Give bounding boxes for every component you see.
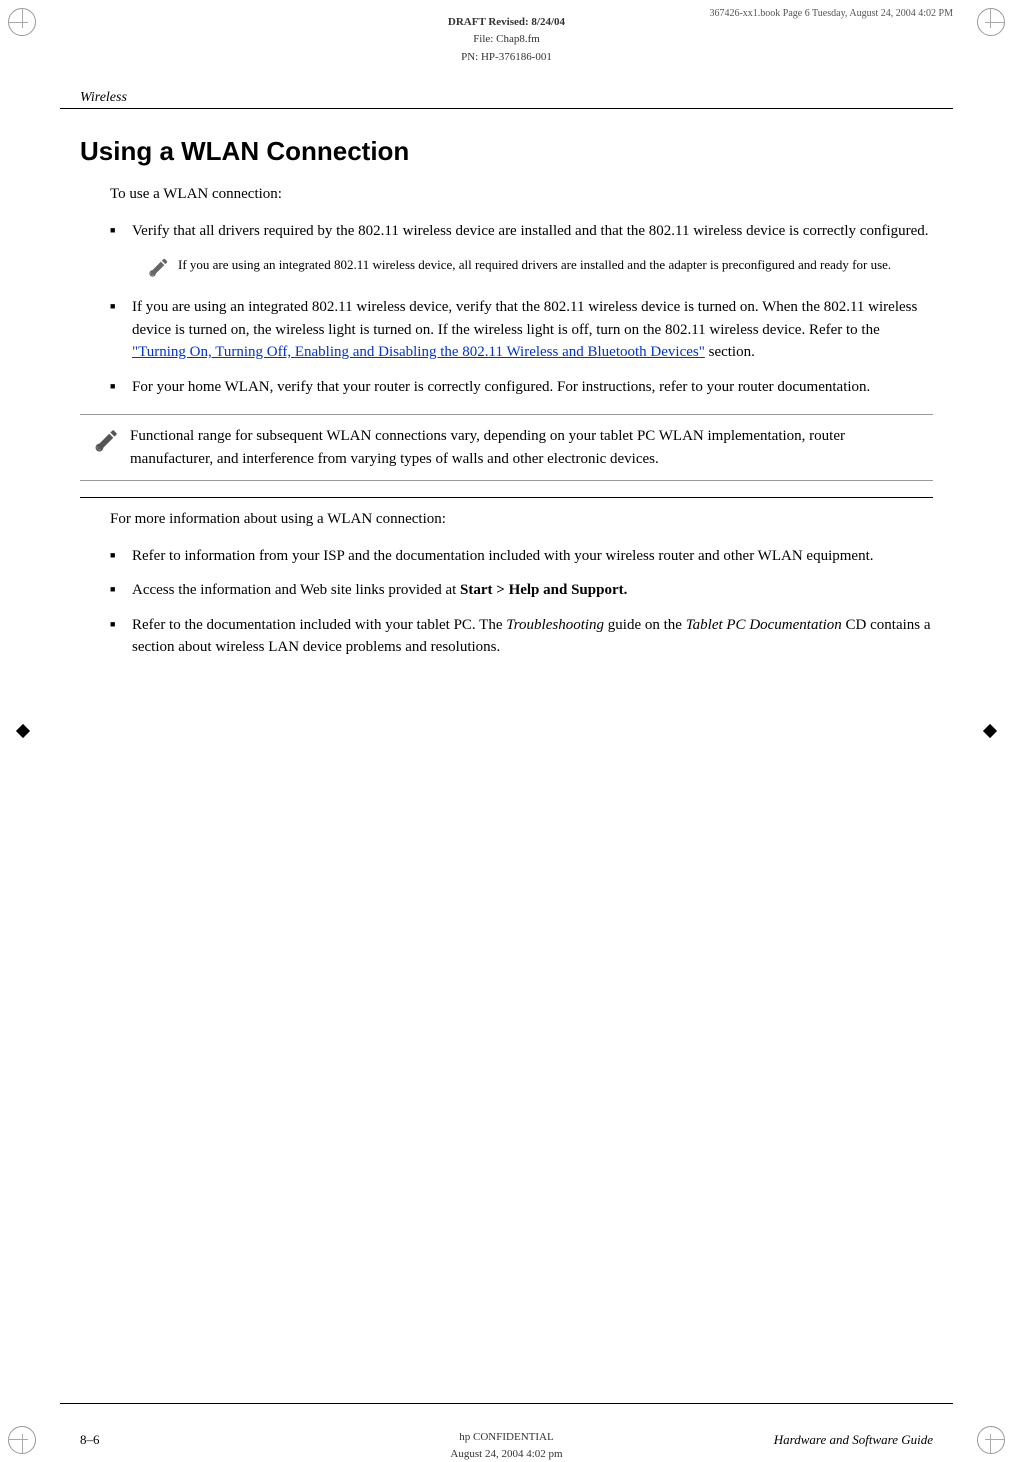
more-info-list: Refer to information from your ISP and t… xyxy=(110,545,933,659)
bullet-3-text: For your home WLAN, verify that your rou… xyxy=(132,379,870,395)
section-label: Wireless xyxy=(80,90,127,106)
bottom-footer: 8–6 Hardware and Software Guide hp CONFI… xyxy=(0,1372,1013,1462)
page-ref: 367426-xx1.book Page 6 Tuesday, August 2… xyxy=(709,8,953,19)
bullet-item-2: If you are using an integrated 802.11 wi… xyxy=(110,296,933,364)
main-content: Using a WLAN Connection To use a WLAN co… xyxy=(80,118,933,1362)
more-1-text: Refer to information from your ISP and t… xyxy=(132,548,874,564)
top-divider xyxy=(60,108,953,109)
more-3-part2: guide on the xyxy=(604,617,686,633)
standalone-note-text: Functional range for subsequent WLAN con… xyxy=(130,425,919,470)
more-3-italic1: Troubleshooting xyxy=(506,617,604,633)
bullet-item-1: Verify that all drivers required by the … xyxy=(110,220,933,285)
note-pencil-icon-1 xyxy=(148,256,170,278)
note-block-1: If you are using an integrated 802.11 wi… xyxy=(140,250,933,284)
more-info-intro: For more information about using a WLAN … xyxy=(110,508,933,531)
footer-guide-title: Hardware and Software Guide xyxy=(774,1432,933,1448)
more-3-part1: Refer to the documentation included with… xyxy=(132,617,506,633)
bullet-2-text-part2: section. xyxy=(705,344,755,360)
more-item-3: Refer to the documentation included with… xyxy=(110,614,933,659)
side-mark-left xyxy=(18,726,28,736)
note-1-text: If you are using an integrated 802.11 wi… xyxy=(178,256,891,274)
draft-header: DRAFT Revised: 8/24/04 File: Chap8.fm PN… xyxy=(448,14,565,67)
section-divider xyxy=(80,497,933,498)
footer-confidential: hp CONFIDENTIAL xyxy=(450,1429,562,1446)
more-2-text-part1: Access the information and Web site link… xyxy=(132,582,460,598)
footer-page-number: 8–6 xyxy=(80,1432,100,1448)
footer-date: August 24, 2004 4:02 pm xyxy=(450,1446,562,1462)
more-item-2: Access the information and Web site link… xyxy=(110,579,933,602)
standalone-note: Functional range for subsequent WLAN con… xyxy=(80,414,933,481)
bullet-list: Verify that all drivers required by the … xyxy=(110,220,933,399)
bottom-divider xyxy=(60,1403,953,1404)
footer-center: hp CONFIDENTIAL August 24, 2004 4:02 pm xyxy=(450,1429,562,1462)
bullet-2-link[interactable]: "Turning On, Turning Off, Enabling and D… xyxy=(132,344,705,360)
draft-line1: DRAFT Revised: 8/24/04 xyxy=(448,14,565,32)
more-item-1: Refer to information from your ISP and t… xyxy=(110,545,933,568)
bullet-item-3: For your home WLAN, verify that your rou… xyxy=(110,376,933,399)
more-3-italic2: Tablet PC Documentation xyxy=(686,617,842,633)
intro-paragraph: To use a WLAN connection: xyxy=(110,183,933,206)
bullet-2-text-part1: If you are using an integrated 802.11 wi… xyxy=(132,299,917,338)
draft-line2: File: Chap8.fm xyxy=(448,31,565,49)
page-title: Using a WLAN Connection xyxy=(80,136,933,167)
draft-line3: PN: HP-376186-001 xyxy=(448,49,565,67)
side-mark-right xyxy=(985,726,995,736)
note-pencil-icon-2 xyxy=(94,427,120,453)
more-2-bold: Start > Help and Support. xyxy=(460,582,627,598)
bullet-1-text: Verify that all drivers required by the … xyxy=(132,223,929,239)
